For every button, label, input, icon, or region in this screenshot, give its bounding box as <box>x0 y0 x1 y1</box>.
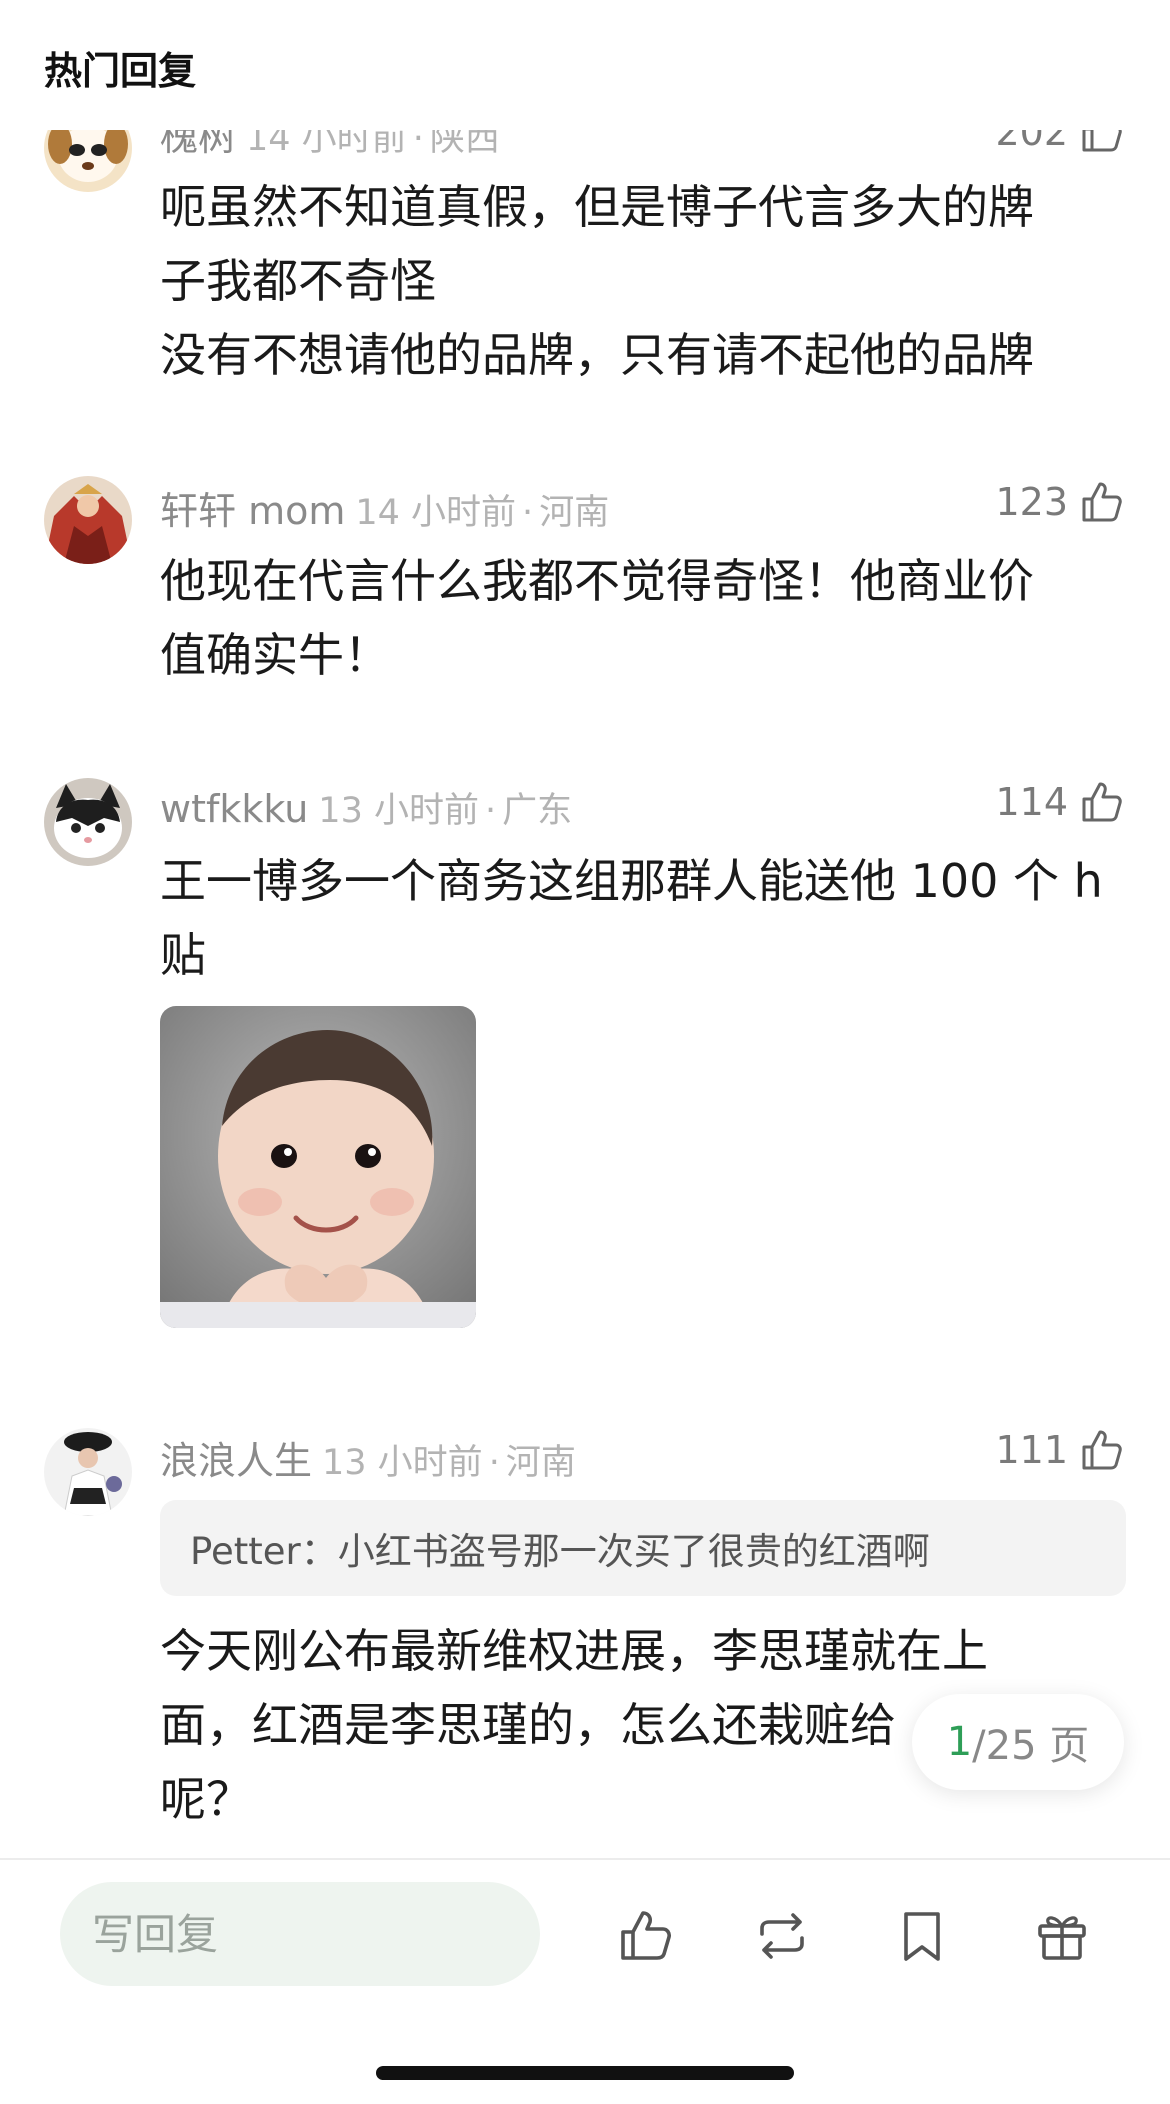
like-count: 111 <box>995 1428 1068 1472</box>
page-total: /25 页 <box>972 1723 1090 1769</box>
thumbs-up-icon <box>1082 782 1122 822</box>
meta-separator: · <box>484 791 497 831</box>
like-count: 123 <box>995 480 1068 524</box>
quoted-reply[interactable]: Petter：小红书盗号那一次买了很贵的红酒啊 <box>160 1500 1126 1596</box>
repost-icon <box>760 1913 804 1959</box>
like-button[interactable]: 114 <box>995 778 1126 826</box>
quoted-text: Petter：小红书盗号那一次买了很贵的红酒啊 <box>190 1530 930 1573</box>
sticker-image[interactable] <box>160 1006 476 1328</box>
comment-feed[interactable]: 槐树 14 小时前 · 陕西 202 呃虽然不知道真假，但是博子代言多大的牌 子我都不… <box>0 0 1170 1858</box>
thumbs-up-icon <box>1082 482 1122 522</box>
costume-avatar-icon <box>44 476 132 564</box>
comment-text: 他现在代言什么我都不觉得奇怪！他商业价 值确实牛！ <box>160 554 1034 682</box>
comment-meta: 浪浪人生 13 小时前 · 河南 <box>160 1430 576 1485</box>
baby-sticker-image <box>160 1006 476 1328</box>
like-button[interactable]: 123 <box>995 478 1126 526</box>
page-title: 热门回复 <box>44 49 197 93</box>
gift-icon <box>1038 1916 1086 1960</box>
comment-text: 王一博多一个商务这组那群人能送他 100 个 h 贴 <box>160 854 1103 982</box>
username[interactable]: wtfkkku <box>160 787 308 831</box>
meta-separator: · <box>488 1443 500 1483</box>
comment-location: 广东 <box>502 791 573 831</box>
user-avatar[interactable] <box>44 476 132 564</box>
like-count: 114 <box>995 780 1068 824</box>
home-indicator[interactable] <box>376 2066 794 2080</box>
thumbs-up-icon <box>621 1911 671 1960</box>
comment-time: 13 小时前 <box>318 791 479 831</box>
comment-location: 河南 <box>505 1443 576 1483</box>
comment-text: 呃虽然不知道真假，但是博子代言多大的牌 子我都不奇怪 没有不想请他的品牌，只有请… <box>160 180 1034 382</box>
comment-meta: 轩轩 mom 14 小时前 · 河南 <box>160 480 609 535</box>
bookmark-icon <box>904 1912 940 1961</box>
page-indicator[interactable]: 1/25 页 <box>912 1694 1124 1790</box>
comment-meta: wtfkkku 13 小时前 · 广东 <box>160 782 572 833</box>
like-post-button[interactable] <box>614 1904 678 1968</box>
thumbs-up-icon <box>1082 1430 1122 1470</box>
bookmark-button[interactable] <box>890 1904 954 1968</box>
user-avatar[interactable] <box>44 1428 132 1516</box>
current-page: 1 <box>946 1719 973 1765</box>
gift-button[interactable] <box>1030 1904 1094 1968</box>
portrait-avatar-icon <box>44 1428 132 1516</box>
comment-location: 河南 <box>539 493 610 533</box>
like-button[interactable]: 111 <box>995 1426 1126 1474</box>
user-avatar[interactable] <box>44 778 132 866</box>
meta-separator: · <box>522 493 534 533</box>
comment-time: 14 小时前 <box>355 493 517 533</box>
comment-time: 13 小时前 <box>322 1443 483 1483</box>
username[interactable]: 轩轩 mom <box>160 489 345 533</box>
cat-avatar-icon <box>44 778 132 866</box>
section-header: 热门回复 <box>0 0 1170 130</box>
bottom-action-bar <box>0 1858 1170 2104</box>
reply-input[interactable] <box>60 1882 540 1986</box>
repost-button[interactable] <box>750 1904 814 1968</box>
username[interactable]: 浪浪人生 <box>160 1439 312 1483</box>
